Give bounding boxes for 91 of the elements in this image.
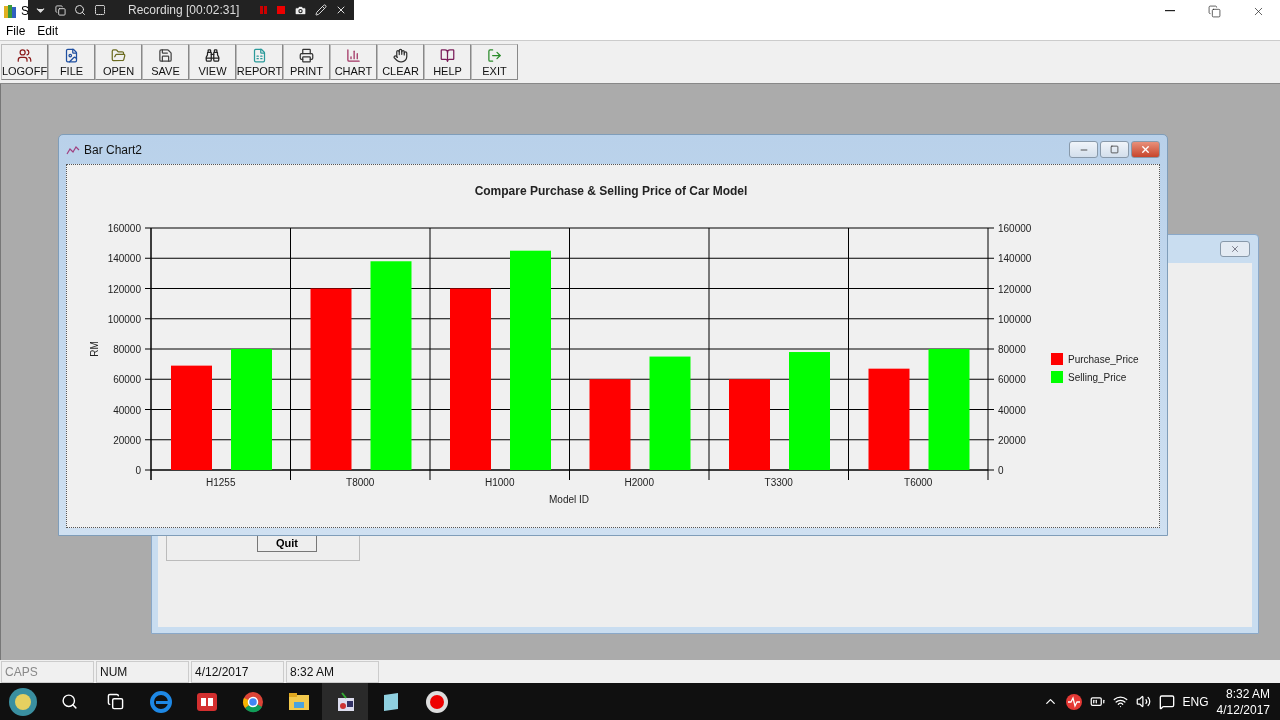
toolbar-button[interactable]: HELP [424,44,471,80]
minimize-button[interactable] [1069,141,1098,158]
toolbar-button[interactable]: REPORT [236,44,283,80]
close-button[interactable] [1131,141,1160,158]
y-axis-title: RM [89,341,100,357]
y-tick-label: 20000 [998,434,1026,446]
spreadsheet-icon [252,47,267,63]
recording-time: Recording [00:02:31] [128,3,240,17]
y-tick-label: 60000 [998,374,1026,386]
legend-label: Purchase_Price [1068,354,1139,365]
y-tick-label: 100000 [107,313,141,325]
app-icon [3,3,17,19]
toolbar-button[interactable]: EXIT [471,44,518,80]
y-tick-label: 160000 [998,223,1032,234]
y-tick-label: 80000 [113,344,141,355]
y-tick-label: 80000 [998,344,1026,355]
y-tick-label: 140000 [107,253,141,265]
clock[interactable]: 8:32 AM 4/12/2017 [1216,685,1270,718]
close-icon [1140,144,1151,155]
printer-icon [299,47,314,63]
chart-title: Compare Purchase & Selling Price of Car Model [474,184,748,198]
pause-icon[interactable] [259,5,269,15]
battery-icon[interactable] [1089,694,1105,709]
record-icon [425,689,449,714]
menu-item[interactable]: Edit [33,24,63,38]
search-icon [60,693,78,710]
window-title: Bar Chart2 [84,142,143,157]
toolbar-button[interactable]: SAVE [142,44,189,80]
book-icon [440,47,455,63]
toolbar-button[interactable]: LOGOFF [1,44,48,80]
minimize-icon [1165,10,1175,12]
y-tick-label: 60000 [113,374,141,386]
y-tick-label: 140000 [998,253,1032,265]
x-tick-label: T8000 [346,477,375,488]
toolbar-button[interactable]: FILE [48,44,95,80]
maximize-icon [1110,145,1119,154]
task-view-icon [106,693,124,710]
windows-icon[interactable] [55,4,66,16]
toolbar-button[interactable]: CHART [330,44,377,80]
x-tick-label: H1000 [485,477,515,488]
browser-icon [150,690,172,713]
y-tick-label: 40000 [998,404,1026,416]
wifi-icon[interactable] [1112,694,1128,709]
folder-icon [111,47,126,63]
y-tick-label: 100000 [998,313,1032,325]
search-icon[interactable] [74,4,86,16]
y-tick-label: 120000 [107,283,141,295]
y-tick-label: 0 [135,465,141,476]
bar-chart-icon [346,47,361,63]
volume-icon[interactable] [1135,694,1151,709]
folder-icon [288,691,310,712]
y-tick-label: 0 [998,465,1004,476]
chrome-icon [242,690,264,713]
x-tick-label: H2000 [624,477,654,488]
y-tick-label: 20000 [113,434,141,446]
pulse-icon[interactable] [1065,693,1082,710]
status-cell: NUM [96,660,189,683]
camera-icon[interactable] [294,3,308,17]
hand-icon [393,47,408,63]
window-title: S [21,4,29,18]
x-tick-label: T3300 [764,477,793,488]
toolbar-button[interactable]: VIEW [189,44,236,80]
status-cell: 4/12/2017 [191,660,284,683]
screen-area-icon[interactable] [94,4,106,16]
x-tick-label: H1255 [206,477,236,488]
x-tick-label: T6000 [904,477,933,488]
binoculars-icon [205,47,220,63]
people-icon [17,47,32,63]
y-tick-label: 160000 [107,223,141,234]
toolbar-button[interactable]: PRINT [283,44,330,80]
app-button[interactable] [322,683,368,720]
status-cell: 8:32 AM [286,660,379,683]
y-tick-label: 120000 [998,283,1032,295]
close-icon [1230,244,1240,254]
language-indicator[interactable]: ENG [1182,694,1209,709]
toolbar-button[interactable]: CLEAR [377,44,424,80]
maximize-button[interactable] [1100,141,1129,158]
toolbar-button[interactable]: OPEN [95,44,142,80]
restore-icon [1207,4,1221,18]
notifications-icon[interactable] [1158,693,1175,710]
legend-label: Selling_Price [1068,372,1127,383]
stop-icon[interactable] [276,5,287,15]
status-cell: CAPS [1,660,94,683]
y-tick-label: 40000 [113,404,141,416]
menu-item[interactable]: File [2,24,30,38]
pencil-icon[interactable] [315,4,328,16]
x-axis-title: Model ID [549,494,589,505]
book-icon [196,690,218,713]
picture-file-icon [64,47,79,63]
shell-logo-icon [8,686,38,717]
exit-door-icon [487,47,502,63]
